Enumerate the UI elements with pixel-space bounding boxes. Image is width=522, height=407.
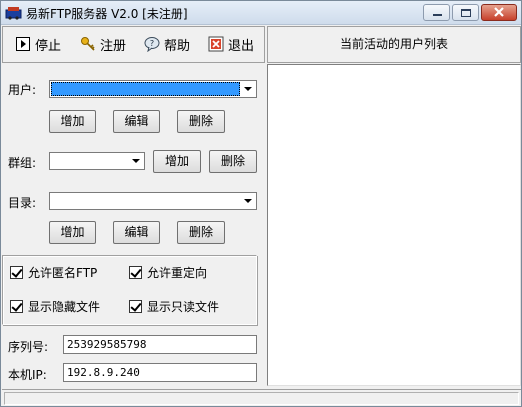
register-button[interactable]: 注册	[80, 33, 126, 55]
help-label: 帮助	[164, 38, 191, 54]
status-bar	[2, 389, 521, 406]
minimize-icon	[433, 14, 442, 16]
user-label: 用户:	[8, 83, 37, 97]
group-add-button[interactable]: 增加	[153, 150, 201, 173]
allow-redirect-label: 允许重定向	[147, 266, 208, 280]
maximize-icon	[461, 9, 471, 17]
ftp-app-icon	[5, 7, 22, 20]
main-toolbar: 停止 注册 ? 帮助 退出	[2, 26, 265, 63]
group-select[interactable]	[49, 152, 145, 170]
show-readonly-checkbox[interactable]: 显示只读文件	[129, 298, 219, 315]
user-select-value	[51, 82, 240, 96]
minimize-button[interactable]	[423, 4, 450, 21]
group-label: 群组:	[8, 156, 37, 170]
dir-edit-button[interactable]: 编辑	[113, 221, 160, 244]
dir-add-button[interactable]: 增加	[49, 221, 96, 244]
checkbox-checked-icon[interactable]	[129, 266, 142, 279]
stop-button[interactable]: 停止	[15, 33, 61, 55]
active-users-header: 当前活动的用户列表	[267, 26, 521, 63]
svg-text:?: ?	[150, 39, 154, 48]
directory-label: 目录:	[8, 196, 37, 210]
show-hidden-label: 显示隐藏文件	[28, 300, 101, 314]
allow-anonymous-label: 允许匿名FTP	[28, 266, 98, 280]
key-icon	[81, 37, 95, 51]
options-group: 允许匿名FTP 允许重定向 显示隐藏文件 显示只读文件	[2, 255, 257, 325]
register-label: 注册	[100, 38, 127, 54]
directory-select-value	[51, 194, 240, 208]
serial-label: 序列号:	[8, 340, 49, 354]
group-select-value	[51, 154, 128, 168]
exit-icon	[208, 36, 224, 52]
stop-label: 停止	[35, 38, 62, 54]
exit-button[interactable]: 退出	[208, 33, 254, 55]
checkbox-checked-icon[interactable]	[10, 300, 23, 313]
dir-delete-button[interactable]: 删除	[177, 221, 225, 244]
serial-field[interactable]: 253929585798	[63, 335, 257, 354]
maximize-button[interactable]	[452, 4, 479, 21]
help-bubble-icon: ?	[144, 37, 160, 52]
chevron-down-icon[interactable]	[241, 82, 255, 96]
group-delete-button[interactable]: 删除	[209, 150, 257, 173]
chevron-down-icon[interactable]	[241, 194, 255, 208]
stop-icon	[16, 37, 30, 51]
allow-redirect-checkbox[interactable]: 允许重定向	[129, 264, 207, 281]
exit-label: 退出	[228, 38, 255, 54]
chevron-down-icon[interactable]	[129, 154, 143, 168]
checkbox-checked-icon[interactable]	[10, 266, 23, 279]
user-edit-button[interactable]: 编辑	[113, 110, 160, 133]
show-readonly-label: 显示只读文件	[147, 300, 220, 314]
active-users-list[interactable]	[267, 64, 521, 386]
window-title: 易新FTP服务器 V2.0 [未注册]	[26, 7, 188, 21]
local-ip-label: 本机IP:	[8, 368, 47, 382]
close-icon	[494, 7, 504, 17]
status-cell	[4, 392, 519, 405]
show-hidden-checkbox[interactable]: 显示隐藏文件	[10, 298, 100, 315]
help-button[interactable]: ? 帮助	[144, 33, 190, 55]
user-add-button[interactable]: 增加	[49, 110, 96, 133]
close-button[interactable]	[481, 4, 517, 21]
directory-select[interactable]	[49, 192, 257, 210]
user-select[interactable]	[49, 80, 257, 98]
local-ip-field[interactable]: 192.8.9.240	[63, 363, 257, 382]
checkbox-checked-icon[interactable]	[129, 300, 142, 313]
user-delete-button[interactable]: 删除	[177, 110, 225, 133]
ftp-server-window: 易新FTP服务器 V2.0 [未注册] 停止 注册 ? 帮助 退出 当前活动的用…	[0, 0, 522, 407]
title-bar[interactable]: 易新FTP服务器 V2.0 [未注册]	[1, 1, 521, 25]
allow-anonymous-checkbox[interactable]: 允许匿名FTP	[10, 264, 97, 281]
